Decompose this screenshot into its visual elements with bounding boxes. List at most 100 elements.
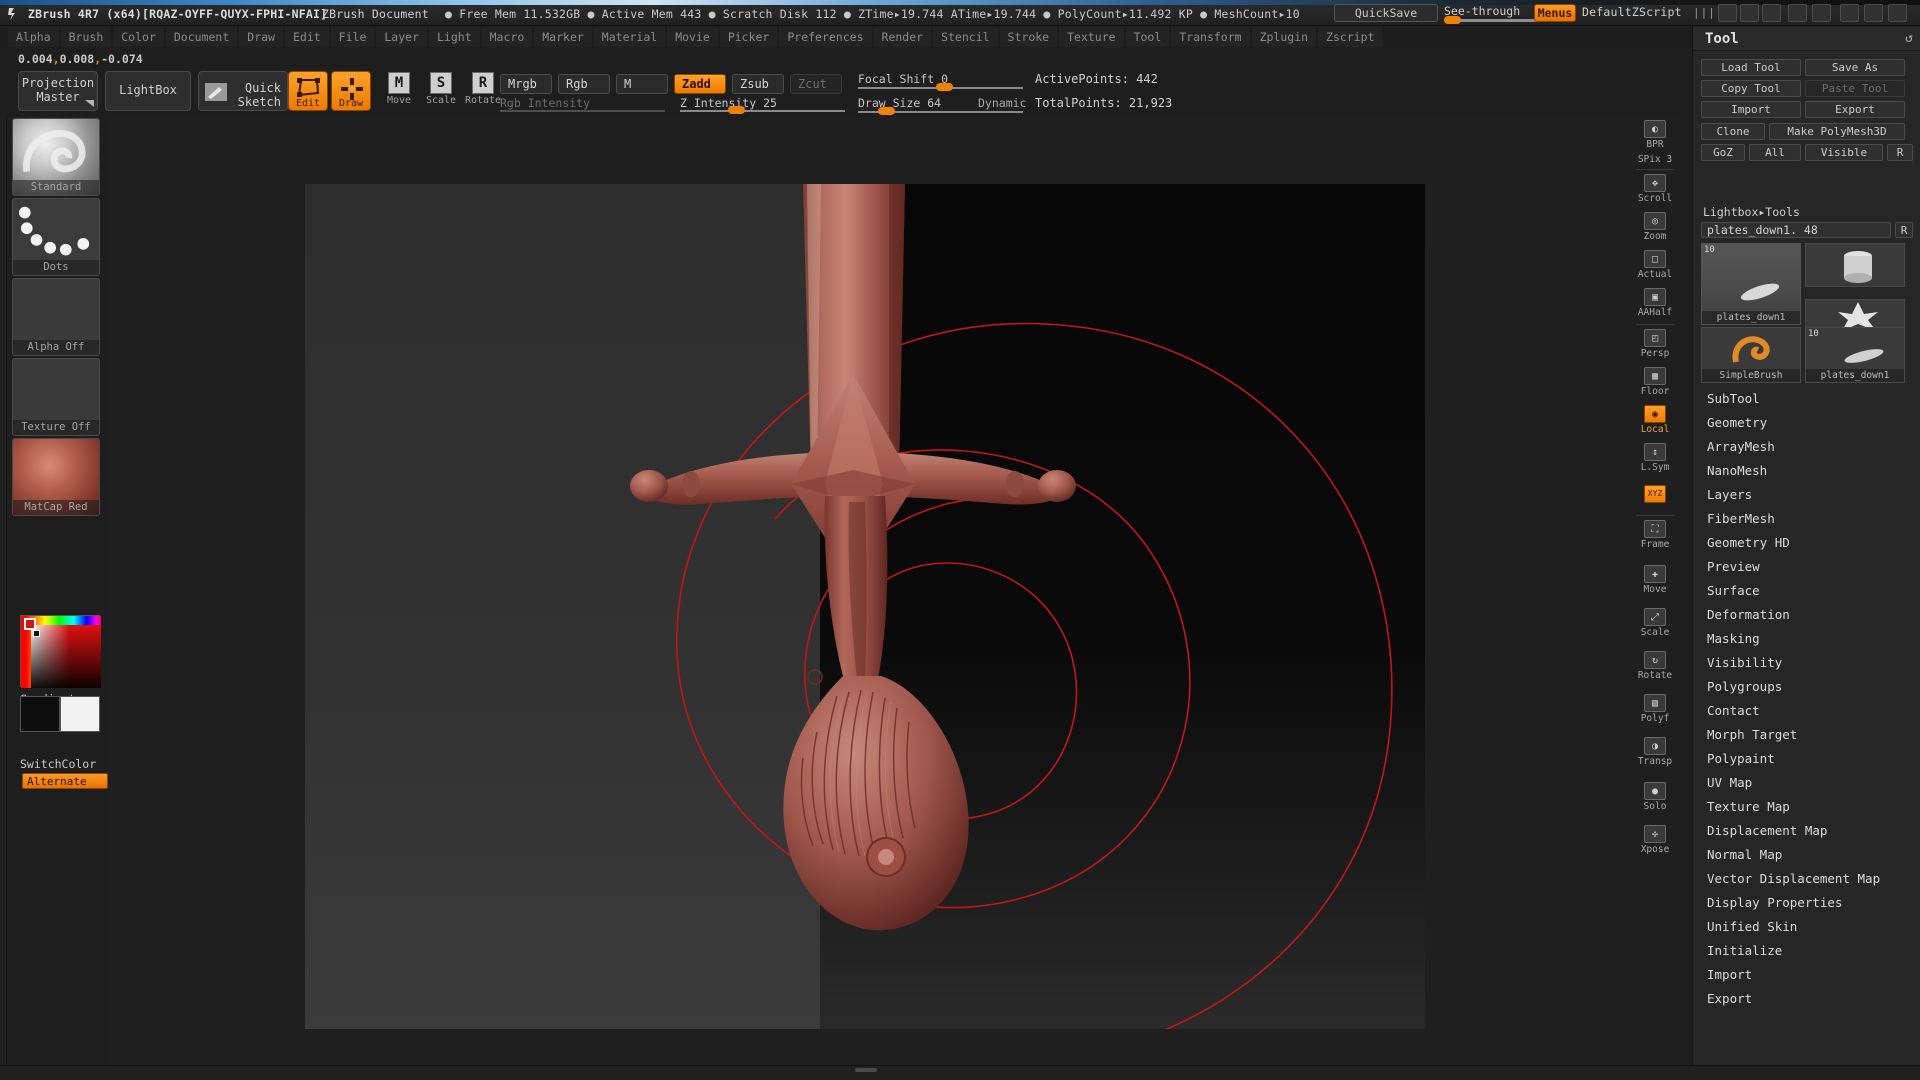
move-mode-button[interactable]: M Move [378, 72, 420, 110]
menu-item-layer[interactable]: Layer [376, 27, 427, 47]
tool-menu-geometry[interactable]: Geometry [1707, 415, 1767, 430]
rgb-intensity-track[interactable] [500, 110, 665, 112]
visible-button[interactable]: Visible [1805, 144, 1883, 161]
tool-menu-surface[interactable]: Surface [1707, 583, 1760, 598]
tool-menu-masking[interactable]: Masking [1707, 631, 1760, 646]
draw-mode-button[interactable]: Draw [331, 71, 371, 111]
menu-item-preferences[interactable]: Preferences [779, 27, 872, 47]
quicksave-button[interactable]: QuickSave [1334, 4, 1438, 22]
current-tool-name[interactable]: plates_down1. 48 [1701, 222, 1891, 238]
goz-button[interactable]: GoZ [1701, 144, 1745, 161]
tool-menu-normal-map[interactable]: Normal Map [1707, 847, 1782, 862]
menu-item-stencil[interactable]: Stencil [933, 27, 998, 47]
bottom-resize-grip[interactable] [855, 1068, 877, 1072]
material-selector[interactable]: MatCap Red Wax [12, 438, 100, 516]
mrgb-button[interactable]: Mrgb [500, 74, 552, 94]
toolbar-icon-4[interactable] [1788, 4, 1807, 22]
tool-menu-export[interactable]: Export [1707, 991, 1752, 1006]
goz-r-button[interactable]: R [1887, 144, 1913, 161]
scale-mode-button[interactable]: S Scale [420, 72, 462, 110]
rail-button-solo[interactable]: ● Solo [1634, 780, 1676, 814]
alternate-button[interactable]: Alternate [22, 773, 108, 789]
window-maximize-icon[interactable] [1864, 4, 1883, 22]
lightbox-button[interactable]: LightBox [105, 71, 191, 111]
color-picker-cursor-marker[interactable] [33, 630, 40, 637]
toolbar-icon-1[interactable] [1718, 4, 1737, 22]
tool-menu-fibermesh[interactable]: FiberMesh [1707, 511, 1775, 526]
rail-button-frame[interactable]: ⛶ Frame [1634, 518, 1676, 552]
color-picker[interactable] [20, 615, 101, 688]
menu-item-macro[interactable]: Macro [481, 27, 533, 47]
primary-color-swatch[interactable] [20, 696, 60, 732]
rail-button-persp[interactable]: ◰ Persp [1634, 327, 1676, 361]
import-button[interactable]: Import [1701, 101, 1801, 118]
menu-item-document[interactable]: Document [165, 27, 238, 47]
rail-label-spix[interactable]: SPix 3 [1634, 151, 1676, 167]
menu-item-brush[interactable]: Brush [60, 27, 112, 47]
paste-tool-button[interactable]: Paste Tool [1805, 80, 1905, 97]
toolbar-icon-3[interactable] [1762, 4, 1781, 22]
texture-selector[interactable]: Texture Off [12, 358, 100, 436]
projection-master-button[interactable]: Projection Master [18, 71, 98, 111]
menu-item-texture[interactable]: Texture [1059, 27, 1124, 47]
edit-mode-button[interactable]: Edit [288, 71, 328, 111]
rail-button-aahalf[interactable]: ▣ AAHalf [1634, 286, 1676, 320]
rail-button-lsym[interactable]: ↕ L.Sym [1634, 441, 1676, 475]
tool-menu-displacement-map[interactable]: Displacement Map [1707, 823, 1827, 838]
rgb-intensity-slider[interactable]: Rgb Intensity [500, 96, 665, 112]
rotate-mode-button[interactable]: R Rotate [462, 72, 504, 110]
menu-item-stroke[interactable]: Stroke [999, 27, 1058, 47]
rail-button-actual[interactable]: □ Actual [1634, 248, 1676, 282]
focal-shift-knob[interactable] [936, 83, 953, 91]
rail-button-rotate[interactable]: ↻ Rotate [1634, 649, 1676, 683]
menu-item-render[interactable]: Render [873, 27, 932, 47]
menu-item-marker[interactable]: Marker [534, 27, 592, 47]
menus-button[interactable]: Menus [1534, 4, 1576, 22]
zcut-button[interactable]: Zcut [790, 74, 842, 94]
tool-menu-vector-displacement-map[interactable]: Vector Displacement Map [1707, 871, 1880, 886]
tool-menu-preview[interactable]: Preview [1707, 559, 1760, 574]
tool-menu-nanomesh[interactable]: NanoMesh [1707, 463, 1767, 478]
menu-item-transform[interactable]: Transform [1171, 27, 1250, 47]
export-button[interactable]: Export [1805, 101, 1905, 118]
canvas-area[interactable] [110, 118, 1680, 1068]
tool-thumb-simplebrush[interactable]: SimpleBrush [1701, 327, 1801, 383]
rail-button-xpose[interactable]: ✣ Xpose [1634, 823, 1676, 857]
tool-menu-subtool[interactable]: SubTool [1707, 391, 1760, 406]
sword-model[interactable] [485, 184, 1185, 1029]
rail-button-xyz[interactable]: XYZ [1634, 477, 1676, 511]
load-tool-button[interactable]: Load Tool [1701, 59, 1801, 76]
save-as-button[interactable]: Save As [1805, 59, 1905, 76]
draw-size-knob[interactable] [878, 107, 895, 115]
tool-menu-unified-skin[interactable]: Unified Skin [1707, 919, 1797, 934]
zsub-button[interactable]: Zsub [732, 74, 784, 94]
rail-button-polyf[interactable]: ▧ Polyf [1634, 692, 1676, 726]
document-canvas[interactable] [305, 184, 1425, 1029]
tool-menu-morph-target[interactable]: Morph Target [1707, 727, 1797, 742]
brush-selector[interactable]: Standard [12, 118, 100, 196]
rail-button-local[interactable]: ◉ Local [1634, 403, 1676, 437]
window-minimize-icon[interactable] [1840, 4, 1859, 22]
tool-menu-arraymesh[interactable]: ArrayMesh [1707, 439, 1775, 454]
clone-button[interactable]: Clone [1701, 123, 1765, 140]
tool-menu-layers[interactable]: Layers [1707, 487, 1752, 502]
menu-item-edit[interactable]: Edit [284, 27, 329, 47]
rail-button-move[interactable]: ✚ Move [1634, 563, 1676, 597]
zadd-button[interactable]: Zadd [674, 74, 726, 94]
rail-button-scale[interactable]: ⤢ Scale [1634, 606, 1676, 640]
m-button[interactable]: M [616, 74, 668, 94]
menu-item-movie[interactable]: Movie [667, 27, 718, 47]
z-intensity-track[interactable] [680, 110, 845, 112]
tool-menu-import[interactable]: Import [1707, 967, 1752, 982]
color-picker-sv-field[interactable] [31, 625, 101, 688]
toolbar-icon-5[interactable] [1812, 4, 1831, 22]
rail-button-floor[interactable]: ▦ Floor [1634, 365, 1676, 399]
tool-thumb-plates-down1-b[interactable]: 10 plates_down1 [1805, 327, 1905, 383]
tool-menu-display-properties[interactable]: Display Properties [1707, 895, 1842, 910]
rail-button-bpr[interactable]: ◐ BPR [1634, 118, 1676, 152]
tool-menu-deformation[interactable]: Deformation [1707, 607, 1790, 622]
menu-item-draw[interactable]: Draw [239, 27, 283, 47]
quick-sketch-button[interactable]: Quick Sketch [198, 71, 288, 111]
secondary-color-swatch[interactable] [60, 696, 100, 732]
tool-menu-geometry-hd[interactable]: Geometry HD [1707, 535, 1790, 550]
